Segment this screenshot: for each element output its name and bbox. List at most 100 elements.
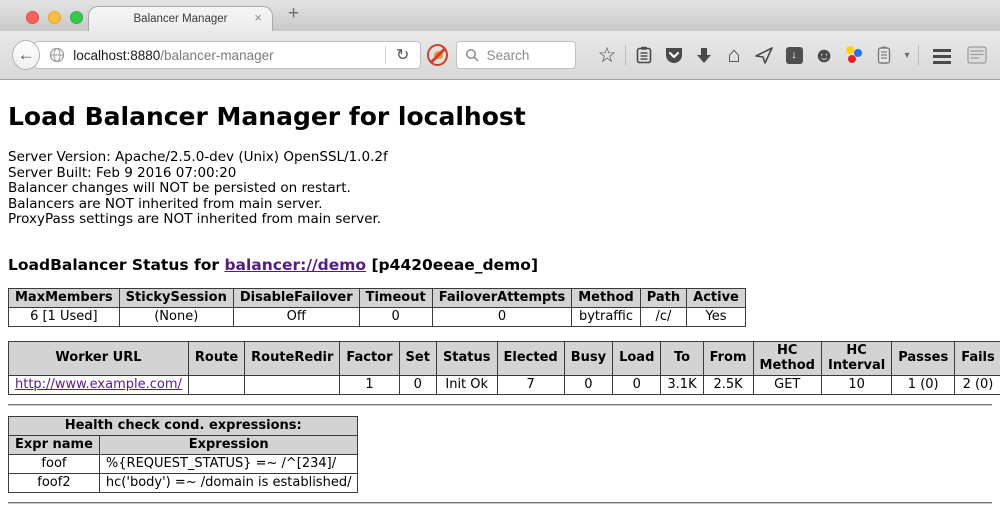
home-icon[interactable]: ⌂ [719, 44, 749, 66]
table-row: 6 [1 Used] (None) Off 0 0 bytraffic /c/ … [9, 307, 746, 326]
cell-stickysession: (None) [119, 307, 233, 326]
cell-status: Init Ok [436, 375, 497, 394]
col-busy: Busy [564, 341, 612, 375]
send-plane-icon[interactable] [749, 47, 779, 64]
col-factor: Factor [340, 341, 399, 375]
col-failoverattempts: FailoverAttempts [432, 288, 572, 307]
content-blocked-icon[interactable] [427, 44, 448, 66]
section-divider [8, 404, 992, 406]
cell-expr-name: foof [9, 454, 100, 473]
cell-disablefailover: Off [233, 307, 359, 326]
cell-expr-name: foof2 [9, 473, 100, 492]
tab-bar: Balancer Manager × + [0, 0, 1000, 31]
table-row: foof %{REQUEST_STATUS} =~ /^[234]/ [9, 454, 358, 473]
tab-close-icon[interactable]: × [254, 11, 262, 24]
col-stickysession: StickySession [119, 288, 233, 307]
overflow-caret-icon[interactable]: ▾ [899, 50, 915, 61]
extension-dots-icon[interactable] [839, 46, 869, 64]
col-hc-method: HC Method [753, 341, 821, 375]
url-bar[interactable]: localhost:8880/balancer-manager ↻ [34, 41, 421, 69]
navigation-toolbar: ← localhost:8880/balancer-manager ↻ ☆ [0, 31, 1000, 80]
cell-factor: 1 [340, 375, 399, 394]
download-box-icon[interactable]: ↓ [779, 47, 809, 64]
table-row: http://www.example.com/ 1 0 Init Ok 7 0 … [9, 375, 1000, 394]
cell-maxmembers: 6 [1 Used] [9, 307, 120, 326]
page-panel-icon[interactable] [962, 46, 992, 64]
cell-busy: 0 [564, 375, 612, 394]
balancer-demo-link[interactable]: balancer://demo [224, 256, 366, 274]
col-load: Load [613, 341, 661, 375]
col-active: Active [687, 288, 746, 307]
page-content: Load Balancer Manager for localhost Serv… [0, 102, 1000, 513]
balancer-heading-prefix: LoadBalancer Status for [8, 256, 224, 274]
search-bar[interactable] [456, 41, 576, 69]
bottom-divider [8, 502, 992, 504]
col-fails: Fails [955, 341, 1000, 375]
search-input[interactable] [485, 47, 570, 64]
cell-set: 0 [399, 375, 436, 394]
browser-window: Balancer Manager × + ← localhost:8880/ba… [0, 0, 1000, 513]
downloads-icon[interactable] [689, 47, 719, 64]
cell-hc-method: GET [753, 375, 821, 394]
col-passes: Passes [892, 341, 955, 375]
toolbar-icons: ☆ ⌂ [592, 44, 992, 66]
cell-to: 3.1K [661, 375, 703, 394]
new-tab-button[interactable]: + [288, 3, 299, 25]
close-window-button[interactable] [26, 11, 39, 24]
cell-expression: %{REQUEST_STATUS} =~ /^[234]/ [99, 454, 358, 473]
col-hc-interval: HC Interval [821, 341, 891, 375]
cell-path: /c/ [640, 307, 686, 326]
cell-method: bytraffic [572, 307, 640, 326]
reload-button[interactable]: ↻ [386, 45, 420, 65]
cell-passes: 1 (0) [892, 375, 955, 394]
pocket-icon[interactable] [659, 47, 689, 64]
col-elected: Elected [497, 341, 564, 375]
health-table-title: Health check cond. expressions: [9, 416, 358, 435]
clipboard-icon[interactable] [629, 46, 659, 64]
col-maxmembers: MaxMembers [9, 288, 120, 307]
server-version-line: Server Version: Apache/2.5.0-dev (Unix) … [8, 150, 992, 166]
download-arrow-glyph: ↓ [791, 49, 797, 61]
search-icon [465, 48, 479, 62]
worker-url-link[interactable]: http://www.example.com/ [15, 377, 182, 392]
server-built-line: Server Built: Feb 9 2016 07:00:20 [8, 166, 992, 182]
col-set: Set [399, 341, 436, 375]
tab-title: Balancer Manager [134, 13, 228, 25]
col-routeredir: RouteRedir [245, 341, 340, 375]
col-timeout: Timeout [359, 288, 432, 307]
tab-balancer-manager[interactable]: Balancer Manager × [88, 6, 273, 31]
cell-expression: hc('body') =~ /domain is established/ [99, 473, 358, 492]
globe-icon [49, 47, 65, 63]
col-expression: Expression [99, 435, 358, 454]
url-path: /balancer-manager [160, 48, 273, 63]
cell-from: 2.5K [703, 375, 753, 394]
col-disablefailover: DisableFailover [233, 288, 359, 307]
inherit-notice-line: Balancers are NOT inherited from main se… [8, 197, 992, 213]
balancer-heading-suffix: [p4420eeae_demo] [366, 256, 538, 274]
feedback-smiley-icon[interactable]: ☻ [809, 45, 839, 66]
col-status: Status [436, 341, 497, 375]
zoom-window-button[interactable] [70, 11, 83, 24]
col-route: Route [188, 341, 244, 375]
table-header-row: Expr name Expression [9, 435, 358, 454]
cell-load: 0 [613, 375, 661, 394]
battery-panel-icon[interactable] [869, 46, 899, 64]
cell-route [188, 375, 244, 394]
cell-fails: 2 (0) [955, 375, 1000, 394]
table-header-row: Worker URL Route RouteRedir Factor Set S… [9, 341, 1000, 375]
col-path: Path [640, 288, 686, 307]
col-expr-name: Expr name [9, 435, 100, 454]
minimize-window-button[interactable] [48, 11, 61, 24]
balancer-status-table: MaxMembers StickySession DisableFailover… [8, 288, 746, 327]
col-from: From [703, 341, 753, 375]
cell-active: Yes [687, 307, 746, 326]
back-arrow-icon: ← [18, 45, 35, 65]
url-host: localhost:8880 [73, 48, 160, 63]
page-title: Load Balancer Manager for localhost [8, 102, 992, 131]
back-button[interactable]: ← [12, 40, 40, 70]
persist-notice-line: Balancer changes will NOT be persisted o… [8, 181, 992, 197]
balancer-heading: LoadBalancer Status for balancer://demo … [8, 256, 992, 274]
table-row: foof2 hc('body') =~ /domain is establish… [9, 473, 358, 492]
cell-timeout: 0 [359, 307, 432, 326]
bookmark-star-icon[interactable]: ☆ [592, 45, 622, 66]
